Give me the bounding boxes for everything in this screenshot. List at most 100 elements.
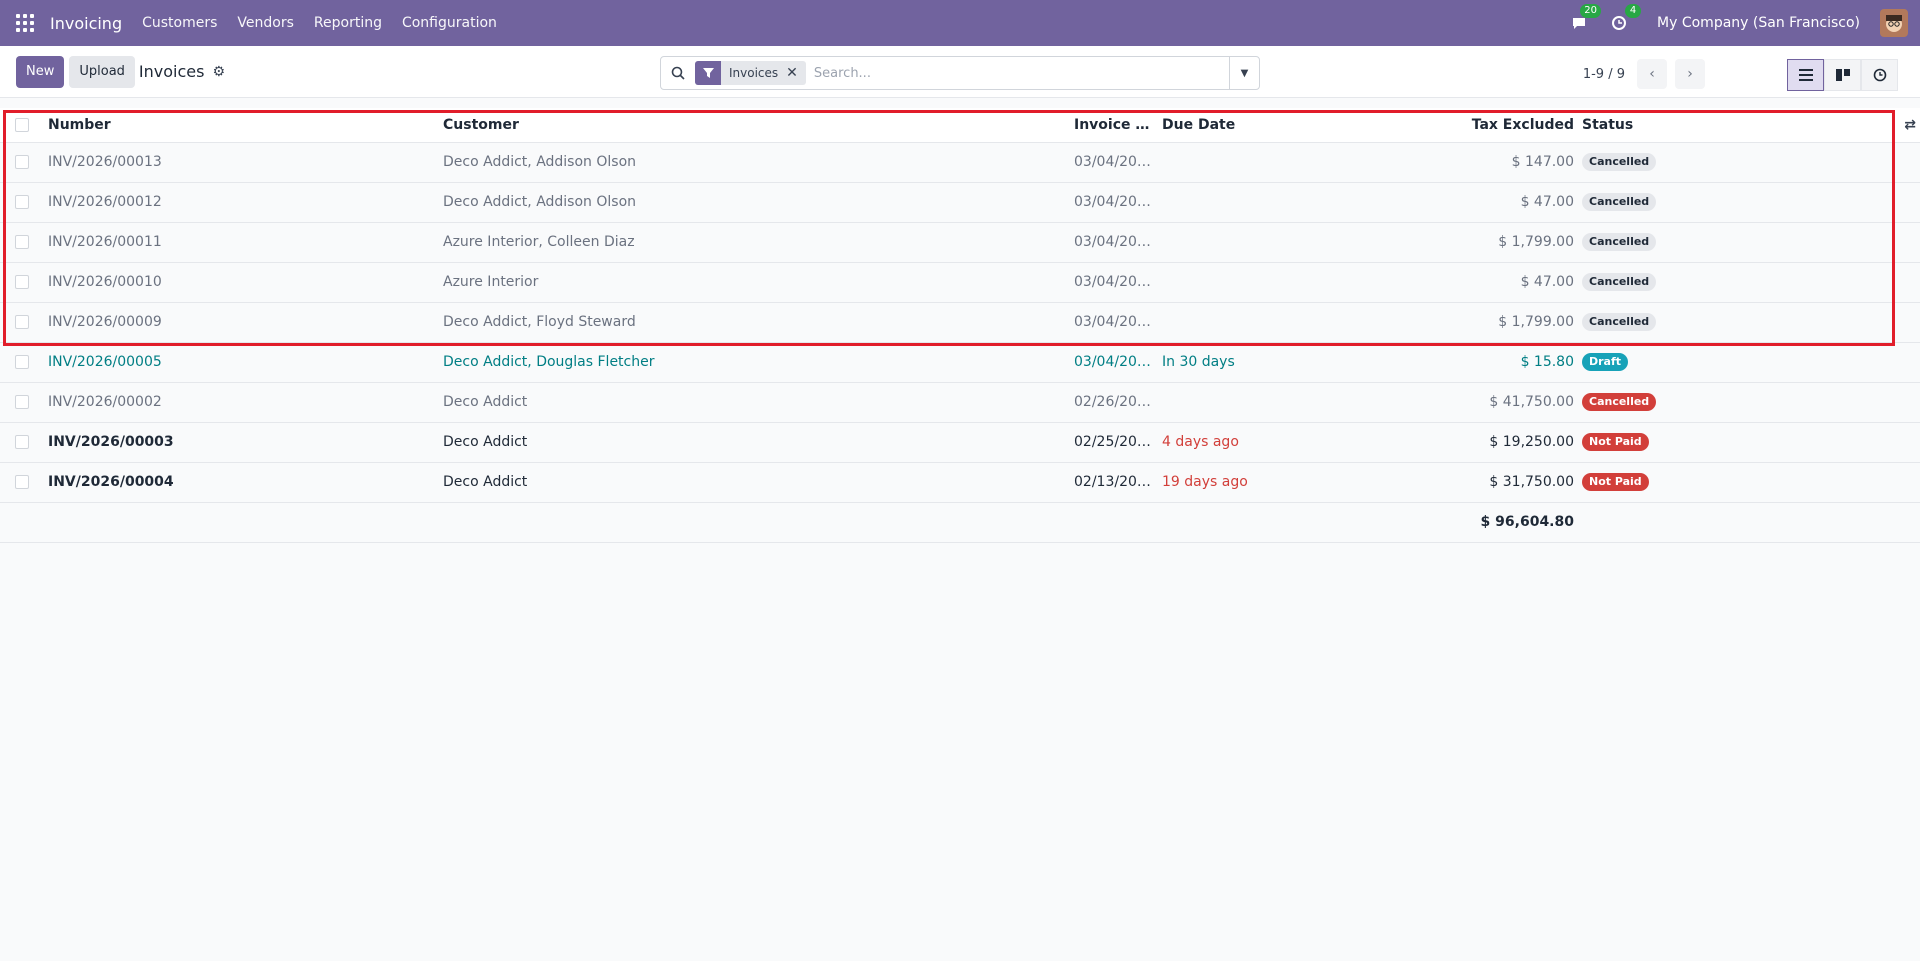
cell-invoice-date: 03/04/2026 <box>1074 274 1155 290</box>
search-input[interactable] <box>813 65 1229 81</box>
pager: 1-9 / 9 ‹ › <box>1583 59 1705 89</box>
cell-status: Cancelled <box>1578 382 1888 422</box>
cell-invoice-date: 03/04/2026 <box>1074 234 1155 250</box>
cell-due-date <box>1158 262 1408 302</box>
table-row[interactable]: INV/2026/00005 Deco Addict, Douglas Flet… <box>0 342 1920 382</box>
header-tax-excluded[interactable]: Tax Excluded <box>1408 108 1578 143</box>
status-badge: Cancelled <box>1582 153 1657 171</box>
row-checkbox[interactable] <box>0 142 44 182</box>
cell-invoice-date: 02/26/2026 <box>1074 394 1155 410</box>
cell-invoice-date: 03/04/2026 <box>1074 154 1155 170</box>
activities-icon[interactable]: 4 <box>1609 4 1642 33</box>
table-row[interactable]: INV/2026/00009 Deco Addict, Floyd Stewar… <box>0 302 1920 342</box>
row-checkbox[interactable] <box>0 382 44 422</box>
cell-number: INV/2026/00010 <box>48 274 162 290</box>
activity-view-icon[interactable] <box>1861 59 1898 91</box>
messages-badge: 20 <box>1580 4 1602 18</box>
row-checkbox[interactable] <box>0 182 44 222</box>
chevron-left-icon[interactable]: ‹ <box>1637 59 1667 89</box>
gear-icon[interactable]: ⚙ <box>212 64 225 80</box>
search-icon[interactable] <box>661 66 695 80</box>
header-status[interactable]: Status <box>1578 108 1888 143</box>
header-customer[interactable]: Customer <box>439 108 1070 143</box>
cell-status: Cancelled <box>1578 222 1888 262</box>
optional-columns-icon[interactable]: ⇄ <box>1888 108 1920 143</box>
table-row[interactable]: INV/2026/00004 Deco Addict 02/13/2026 19… <box>0 462 1920 502</box>
cell-number: INV/2026/00013 <box>48 154 162 170</box>
chevron-down-icon[interactable]: ▼ <box>1229 57 1259 89</box>
cell-tax-excluded: $ 31,750.00 <box>1489 474 1574 490</box>
header-invoice-date[interactable]: Invoice D... <box>1070 108 1158 143</box>
select-all-checkbox[interactable] <box>0 108 44 143</box>
cell-due-date <box>1158 182 1408 222</box>
status-badge: Draft <box>1582 353 1629 371</box>
cell-customer: Deco Addict, Floyd Steward <box>443 314 636 330</box>
cell-due-date: In 30 days <box>1162 354 1235 370</box>
cell-invoice-date: 03/04/2026 <box>1074 314 1155 330</box>
cell-customer: Deco Addict <box>443 474 528 490</box>
company-switcher[interactable]: My Company (San Francisco) <box>1657 15 1860 31</box>
list-view-icon[interactable] <box>1787 59 1824 91</box>
table-row[interactable]: INV/2026/00010 Azure Interior 03/04/2026… <box>0 262 1920 302</box>
cell-number: INV/2026/00003 <box>48 434 174 450</box>
table-row[interactable]: INV/2026/00011 Azure Interior, Colleen D… <box>0 222 1920 262</box>
cell-due-date <box>1158 142 1408 182</box>
app-brand[interactable]: Invoicing <box>50 14 122 33</box>
cell-status: Not Paid <box>1578 462 1888 502</box>
invoice-list: Number Customer Invoice D... Due Date Ta… <box>0 108 1920 543</box>
header-number[interactable]: Number <box>44 108 439 143</box>
cell-tax-excluded: $ 1,799.00 <box>1498 234 1574 250</box>
cell-invoice-date: 02/13/2026 <box>1074 474 1155 490</box>
upload-button[interactable]: Upload <box>69 55 135 88</box>
table-row[interactable]: INV/2026/00012 Deco Addict, Addison Olso… <box>0 182 1920 222</box>
table-header-row: Number Customer Invoice D... Due Date Ta… <box>0 108 1920 143</box>
avatar-face-icon <box>1886 15 1902 32</box>
messages-icon[interactable]: 20 <box>1569 4 1602 33</box>
apps-grid-icon[interactable] <box>16 14 34 32</box>
cell-customer: Deco Addict, Douglas Fletcher <box>443 354 655 370</box>
cell-due-date <box>1158 382 1408 422</box>
cell-tax-excluded: $ 41,750.00 <box>1489 394 1574 410</box>
menu-reporting[interactable]: Reporting <box>314 15 382 31</box>
control-panel: New Upload Invoices ⚙ Invoices ✕ ▼ 1-9 /… <box>0 46 1920 98</box>
new-button[interactable]: New <box>16 55 65 88</box>
menu-vendors[interactable]: Vendors <box>237 15 293 31</box>
cell-number: INV/2026/00002 <box>48 394 162 410</box>
row-checkbox[interactable] <box>0 422 44 462</box>
cell-status: Cancelled <box>1578 302 1888 342</box>
cell-tax-excluded: $ 47.00 <box>1520 194 1574 210</box>
close-icon[interactable]: ✕ <box>786 65 806 81</box>
cell-tax-excluded: $ 15.80 <box>1520 354 1574 370</box>
cell-invoice-date: 03/04/2026 <box>1074 194 1155 210</box>
cell-number: INV/2026/00005 <box>48 354 162 370</box>
cell-invoice-date: 03/04/2026 <box>1074 354 1155 370</box>
table-row[interactable]: INV/2026/00002 Deco Addict 02/26/2026 $ … <box>0 382 1920 422</box>
row-checkbox[interactable] <box>0 222 44 262</box>
menu-configuration[interactable]: Configuration <box>402 15 497 31</box>
chevron-right-icon[interactable]: › <box>1675 59 1705 89</box>
kanban-view-icon[interactable] <box>1824 59 1861 91</box>
cell-customer: Azure Interior <box>443 274 539 290</box>
header-due-date[interactable]: Due Date <box>1158 108 1408 143</box>
cell-customer: Deco Addict, Addison Olson <box>443 154 637 170</box>
cell-number: INV/2026/00012 <box>48 194 162 210</box>
status-badge: Cancelled <box>1582 233 1657 251</box>
cell-status: Not Paid <box>1578 422 1888 462</box>
row-checkbox[interactable] <box>0 262 44 302</box>
table-row[interactable]: INV/2026/00013 Deco Addict, Addison Olso… <box>0 142 1920 182</box>
status-badge: Not Paid <box>1582 473 1649 491</box>
cell-number: INV/2026/00011 <box>48 234 162 250</box>
row-checkbox[interactable] <box>0 342 44 382</box>
search-facet: Invoices ✕ <box>695 61 806 85</box>
cell-customer: Deco Addict <box>443 394 528 410</box>
row-checkbox[interactable] <box>0 462 44 502</box>
table-row[interactable]: INV/2026/00003 Deco Addict 02/25/2026 4 … <box>0 422 1920 462</box>
user-avatar[interactable] <box>1880 9 1908 37</box>
activities-badge: 4 <box>1625 4 1642 18</box>
pager-value[interactable]: 1-9 / 9 <box>1583 67 1625 82</box>
status-badge: Not Paid <box>1582 433 1649 451</box>
row-checkbox[interactable] <box>0 302 44 342</box>
cell-due-date <box>1158 222 1408 262</box>
menu-customers[interactable]: Customers <box>142 15 217 31</box>
cell-tax-excluded: $ 19,250.00 <box>1489 434 1574 450</box>
